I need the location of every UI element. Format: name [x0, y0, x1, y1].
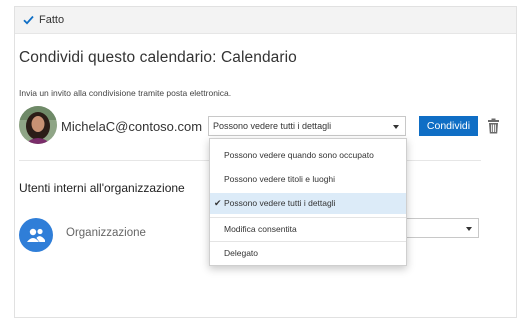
menu-separator: [210, 217, 406, 218]
chevron-down-icon: [466, 227, 472, 231]
done-label: Fatto: [39, 14, 65, 26]
permission-option-titles-locations[interactable]: Possono vedere titoli e luoghi: [210, 169, 406, 190]
permission-select-value: Possono vedere tutti i dettagli: [213, 121, 332, 131]
internal-users-heading: Utenti interni all'organizzazione: [19, 181, 185, 195]
permission-option-delegate[interactable]: Delegato: [210, 243, 406, 264]
done-button[interactable]: Fatto: [23, 11, 64, 29]
avatar: [19, 106, 57, 144]
organization-avatar: [19, 218, 53, 252]
people-icon: [27, 228, 45, 242]
top-bar: Fatto: [15, 7, 516, 34]
permission-option-busy[interactable]: Possono vedere quando sono occupato: [210, 145, 406, 166]
checkmark-icon: ✔: [214, 198, 222, 208]
chevron-down-icon: [393, 125, 399, 129]
permission-option-all-details[interactable]: ✔ Possono vedere tutti i dettagli: [210, 193, 406, 214]
invitee-email: MichelaC@contoso.com: [61, 119, 203, 134]
permission-dropdown-menu: Possono vedere quando sono occupato Poss…: [209, 138, 407, 266]
organization-label: Organizzazione: [66, 227, 146, 239]
trash-icon[interactable]: [487, 118, 500, 134]
invite-instructions: Invia un invito alla condivisione tramit…: [19, 88, 232, 98]
permission-option-can-edit[interactable]: Modifica consentita: [210, 219, 406, 240]
checkmark-icon: [23, 15, 34, 25]
permission-select[interactable]: Possono vedere tutti i dettagli: [208, 116, 406, 136]
share-button[interactable]: Condividi: [419, 116, 478, 136]
page-title: Condividi questo calendario: Calendario: [19, 49, 297, 66]
menu-separator: [210, 241, 406, 242]
